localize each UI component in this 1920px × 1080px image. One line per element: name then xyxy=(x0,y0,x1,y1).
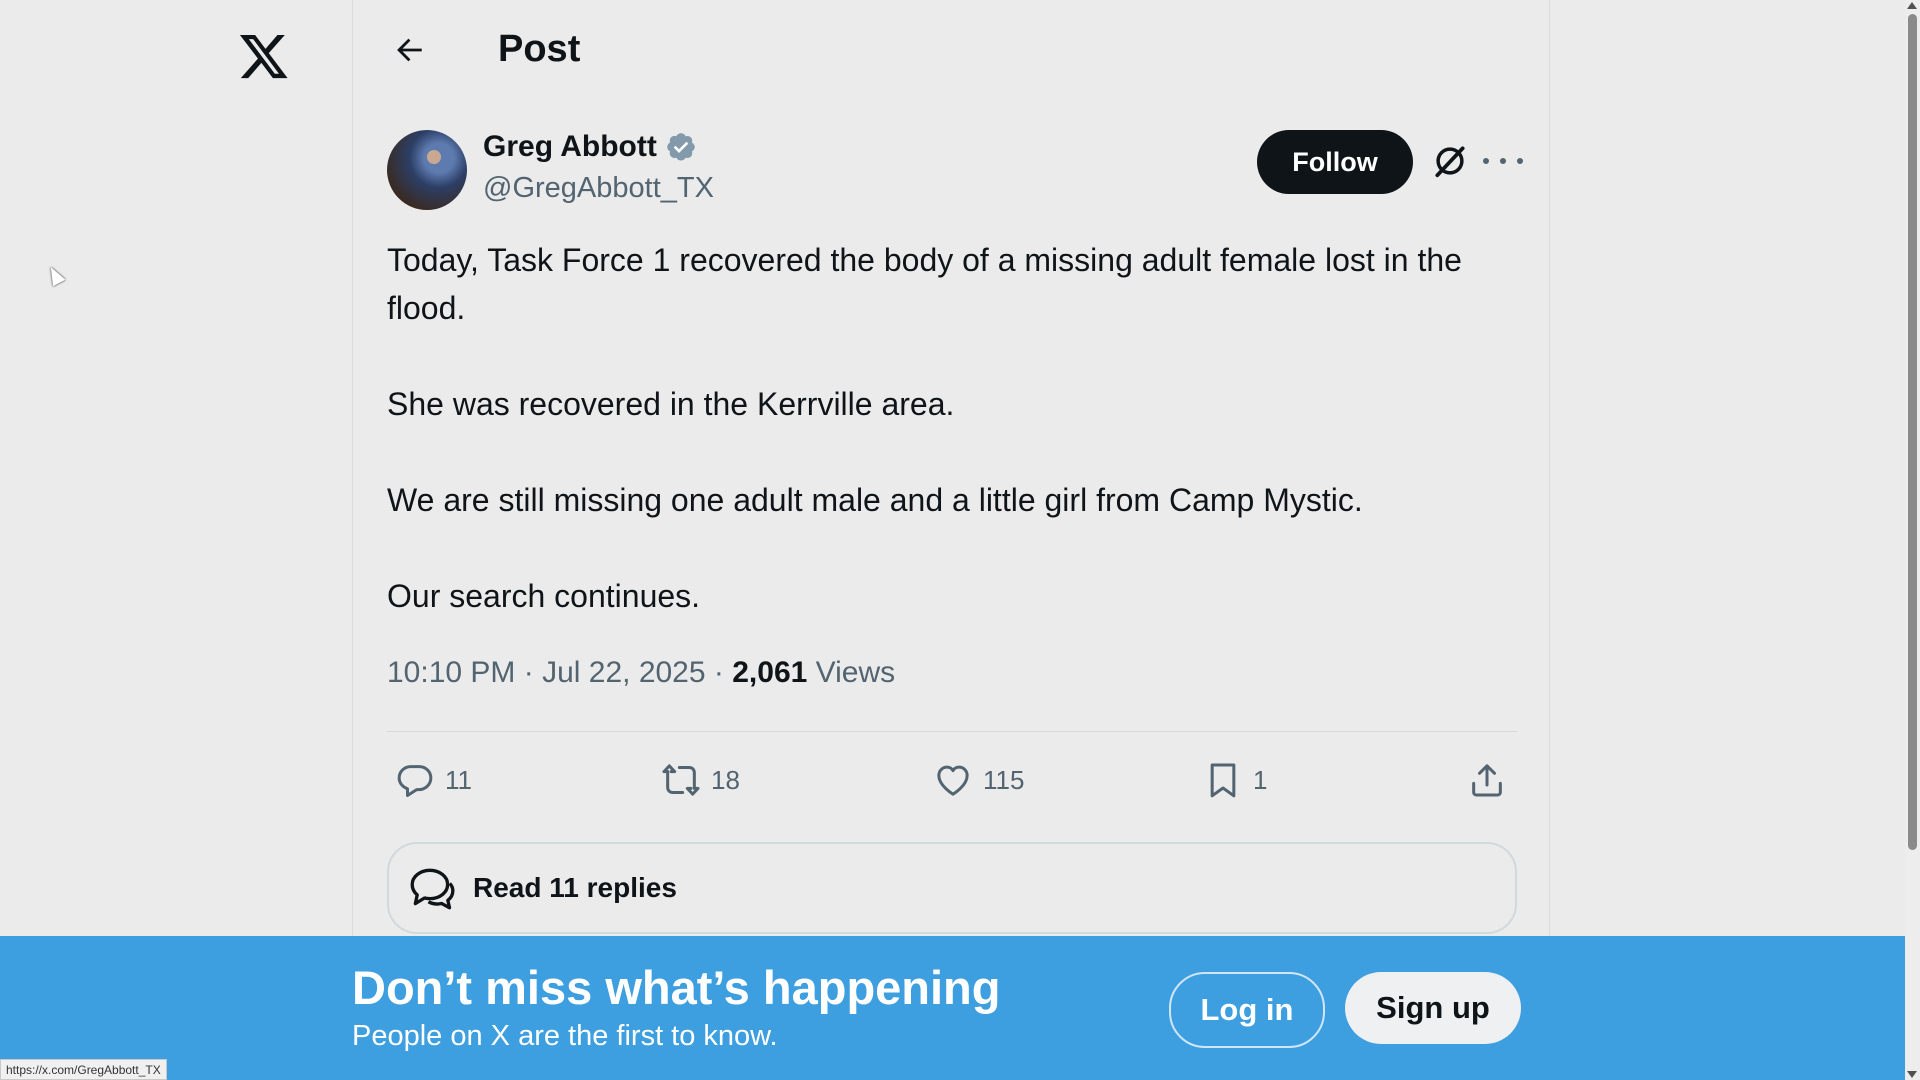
repost-icon xyxy=(662,764,700,796)
tweet-meta: 10:10 PM · Jul 22, 2025 · 2,061 Views xyxy=(387,656,895,690)
signup-banner: Don’t miss what’s happening People on X … xyxy=(0,936,1905,1080)
follow-button[interactable]: Follow xyxy=(1257,130,1413,194)
post-column: Post Greg Abbott @GregAbbott_TX Follow T… xyxy=(352,0,1550,1080)
author-name-row[interactable]: Greg Abbott xyxy=(483,130,697,164)
like-count: 115 xyxy=(983,764,1025,795)
bookmark-count: 1 xyxy=(1253,764,1268,795)
separator: · xyxy=(523,656,543,689)
views-label: Views xyxy=(815,656,896,689)
tweet-paragraph: Today, Task Force 1 recovered the body o… xyxy=(387,242,1462,326)
banner-subtitle: People on X are the first to know. xyxy=(352,1020,778,1052)
back-button[interactable] xyxy=(389,30,429,70)
tweet-time[interactable]: 10:10 PM xyxy=(387,656,515,689)
repost-button[interactable]: 18 xyxy=(661,754,740,806)
x-logo-icon[interactable] xyxy=(236,30,292,82)
speech-bubbles-icon xyxy=(410,868,455,910)
tweet-paragraph: Our search continues. xyxy=(387,578,701,614)
read-replies-label: Read 11 replies xyxy=(473,872,677,903)
arrow-left-icon xyxy=(397,38,422,62)
mouse-cursor-icon xyxy=(44,263,66,287)
page-title: Post xyxy=(498,28,581,70)
like-button[interactable]: 115 xyxy=(933,754,1024,806)
heart-icon xyxy=(937,765,969,796)
signup-button[interactable]: Sign up xyxy=(1345,972,1521,1044)
author-name[interactable]: Greg Abbott xyxy=(483,130,657,164)
scrollbar[interactable] xyxy=(1905,0,1920,1080)
scroll-down-arrow-icon[interactable] xyxy=(1907,1071,1917,1078)
views-count: 2,061 xyxy=(732,656,808,689)
avatar[interactable] xyxy=(387,130,467,210)
dot-icon xyxy=(1517,158,1523,164)
scroll-up-arrow-icon[interactable] xyxy=(1907,2,1917,9)
author-handle[interactable]: @GregAbbott_TX xyxy=(483,172,714,205)
separator: · xyxy=(713,656,733,689)
divider xyxy=(387,731,1517,732)
more-options-button[interactable] xyxy=(1483,146,1523,176)
verified-badge-icon xyxy=(667,133,695,161)
reply-count: 11 xyxy=(445,764,472,795)
login-button[interactable]: Log in xyxy=(1169,972,1325,1048)
bookmark-button[interactable]: 1 xyxy=(1203,754,1267,806)
action-bar: 11 18 115 1 xyxy=(387,754,1517,806)
share-icon xyxy=(1472,764,1502,797)
bookmark-icon xyxy=(1210,763,1236,798)
dot-icon xyxy=(1483,158,1489,164)
tweet-paragraph: We are still missing one adult male and … xyxy=(387,482,1363,518)
share-button[interactable] xyxy=(1467,754,1507,806)
reply-icon xyxy=(397,765,433,797)
tweet-paragraph: She was recovered in the Kerrville area. xyxy=(387,386,955,422)
reply-button[interactable]: 11 xyxy=(395,754,472,806)
grok-icon[interactable] xyxy=(1431,142,1469,180)
banner-title: Don’t miss what’s happening xyxy=(352,961,1001,1014)
read-replies-button[interactable]: Read 11 replies xyxy=(387,842,1517,934)
dot-icon xyxy=(1500,158,1506,164)
status-bar-url: https://x.com/GregAbbott_TX xyxy=(0,1059,167,1080)
tweet-text: Today, Task Force 1 recovered the body o… xyxy=(387,236,1527,668)
repost-count: 18 xyxy=(711,764,740,795)
scrollbar-thumb[interactable] xyxy=(1908,14,1917,850)
tweet-date[interactable]: Jul 22, 2025 xyxy=(542,656,705,689)
